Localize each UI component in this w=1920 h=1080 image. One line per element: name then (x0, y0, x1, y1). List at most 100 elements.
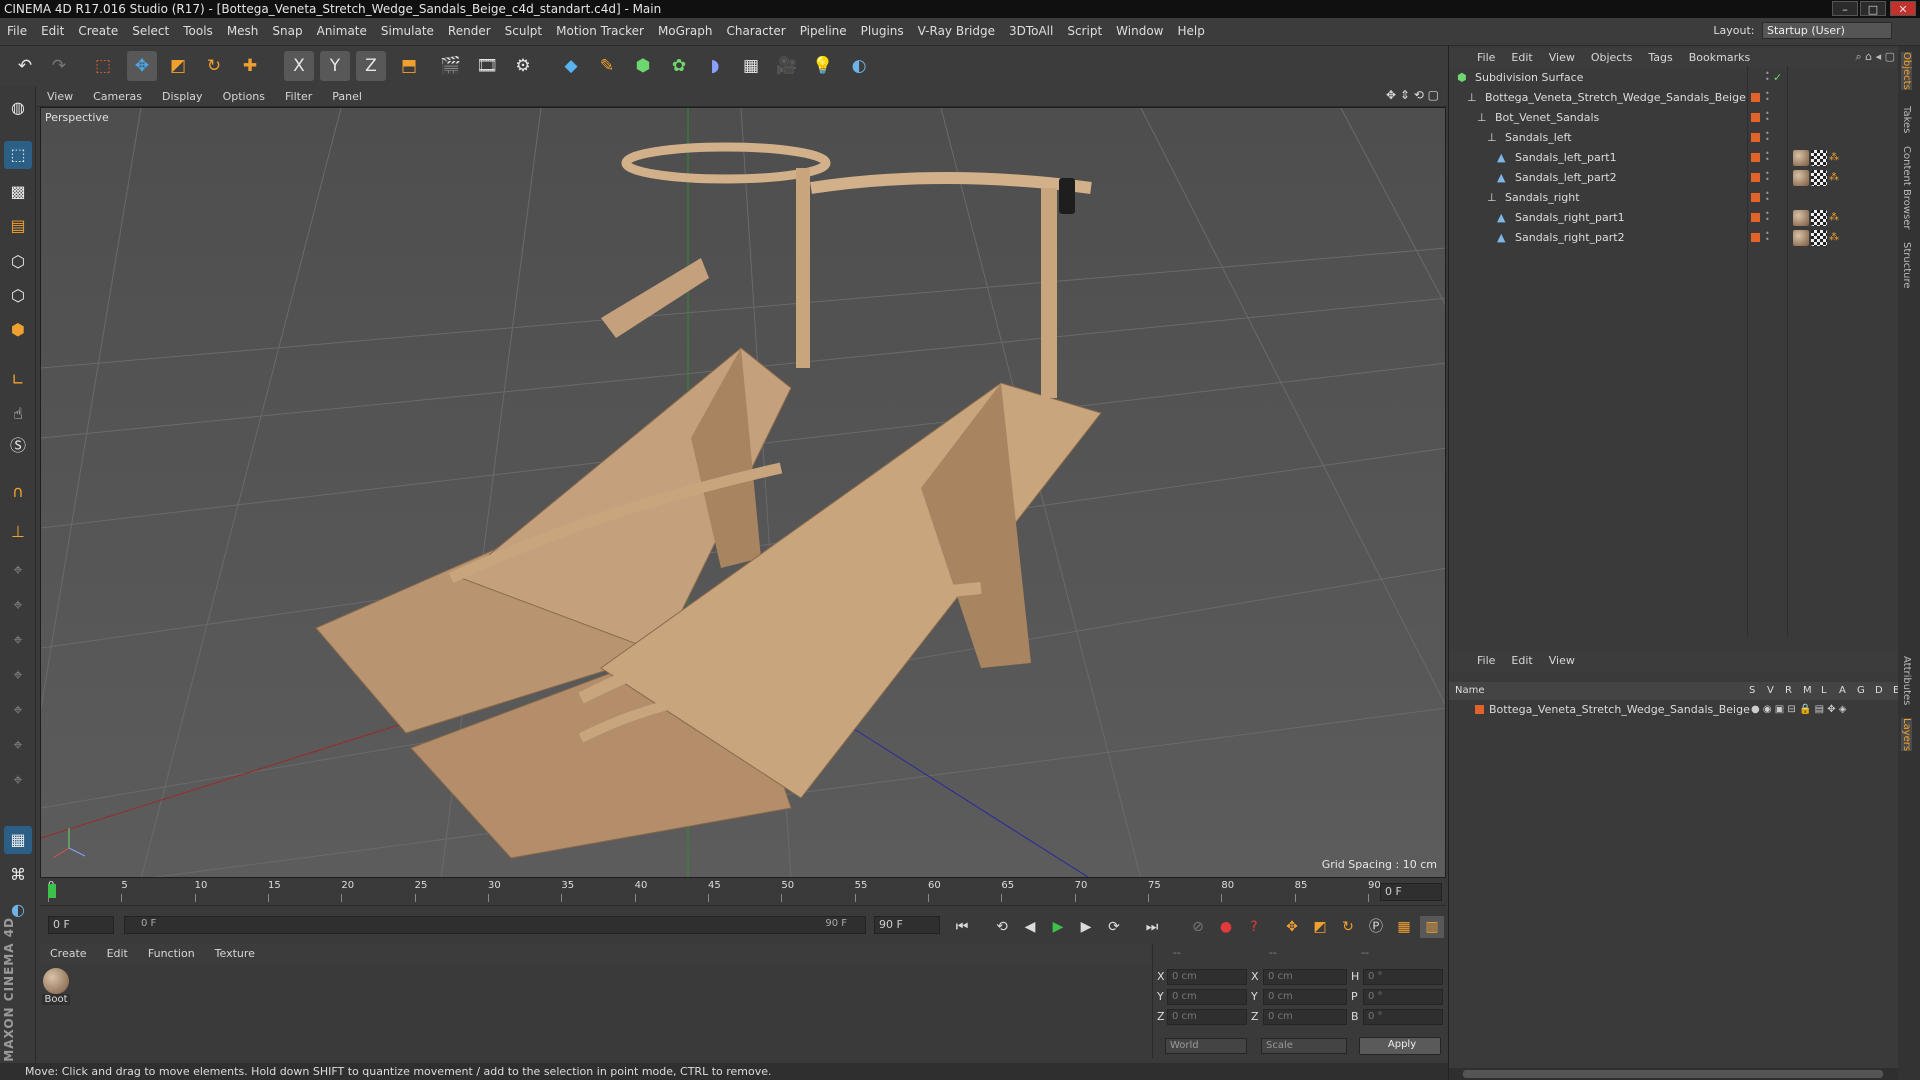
key-scale-icon[interactable]: ◩ (1308, 916, 1332, 938)
layer-color-dot[interactable] (1751, 193, 1760, 202)
material-menu-create[interactable]: Create (40, 944, 97, 964)
floor-icon[interactable]: ▦ (736, 51, 766, 81)
pen-spline-icon[interactable]: ✎ (592, 51, 622, 81)
checker-icon[interactable]: ▦ (4, 826, 32, 854)
menu-file[interactable]: File (0, 18, 34, 44)
object-row[interactable]: ▲ Sandals_right_part2 • • ⁂ (1449, 228, 1899, 248)
render-settings-icon[interactable]: ⚙ (508, 51, 538, 81)
key-pla-icon[interactable]: ▦ (1392, 916, 1416, 938)
record-keys-icon[interactable]: ⊘ (1186, 916, 1210, 938)
material-tag-icon[interactable] (1793, 150, 1809, 166)
layer-color-dot[interactable] (1751, 213, 1760, 222)
menu-animate[interactable]: Animate (310, 18, 374, 44)
cube-icon[interactable]: ◆ (556, 51, 586, 81)
object-row[interactable]: ⬢ Subdivision Surface • • ✓ (1449, 68, 1899, 88)
material-tag-icon[interactable] (1793, 230, 1809, 246)
end-frame-field[interactable]: 90 F (874, 916, 940, 934)
frame-range-slider[interactable]: 0 F 90 F (124, 916, 866, 934)
x-axis-icon[interactable]: X (284, 51, 314, 81)
visibility-dots-icon[interactable]: • • (1765, 70, 1771, 84)
menu-mograph[interactable]: MoGraph (651, 18, 720, 44)
sculpt-tool-4-icon[interactable]: ⌖ (4, 661, 32, 689)
object-row[interactable]: ⊥ Bot_Venet_Sandals • • (1449, 108, 1899, 128)
layer-color-dot[interactable] (1751, 173, 1760, 182)
previous-frame-icon[interactable]: ◀ (1018, 916, 1042, 938)
rotation-b-field[interactable]: 0 ° (1363, 1009, 1443, 1025)
menu-render[interactable]: Render (441, 18, 498, 44)
model-mode-icon[interactable]: ⬚ (4, 141, 32, 169)
layer-color-dot[interactable] (1751, 133, 1760, 142)
layer-row[interactable]: Bottega_Veneta_Stretch_Wedge_Sandals_Bei… (1449, 700, 1899, 720)
material-menu-function[interactable]: Function (138, 944, 205, 964)
layer-color-dot[interactable] (1751, 233, 1760, 242)
enabled-check-icon[interactable]: ✓ (1773, 68, 1782, 88)
timeline-layout-icon[interactable]: ▥ (1420, 916, 1444, 938)
layer-flags-icons[interactable]: ● ◉ ▣ ⊟ 🔒 ▤ ✥ ◈ (1751, 700, 1847, 720)
visibility-dots-icon[interactable]: • • (1765, 210, 1771, 224)
objects-menu-objects[interactable]: Objects (1583, 48, 1641, 68)
phong-tag-icon[interactable]: ⁂ (1829, 230, 1845, 246)
perspective-viewport[interactable]: Perspective Grid Spacing : 10 cm (40, 107, 1446, 878)
maximize-button[interactable]: □ (1860, 1, 1886, 16)
viewport-menu-cameras[interactable]: Cameras (83, 86, 152, 107)
viewport-menu-filter[interactable]: Filter (275, 86, 322, 107)
menu-3dtoall[interactable]: 3DToAll (1002, 18, 1060, 44)
viewport-nav-icons[interactable]: ✥ ⇕ ⟲ ▢ (1386, 88, 1439, 102)
tab-layers[interactable]: Layers (1901, 718, 1912, 752)
phong-tag-icon[interactable]: ⁂ (1829, 170, 1845, 186)
menu-sculpt[interactable]: Sculpt (498, 18, 549, 44)
texture-mode-icon[interactable]: ▩ (4, 178, 32, 206)
size-mode-dropdown[interactable]: Scale (1261, 1038, 1347, 1054)
rotation-h-field[interactable]: 0 ° (1363, 969, 1443, 985)
menu-select[interactable]: Select (125, 18, 176, 44)
material-tag-icon[interactable] (1793, 170, 1809, 186)
array-icon[interactable]: ✿ (664, 51, 694, 81)
layers-menu-file[interactable]: File (1469, 651, 1503, 671)
move-icon[interactable]: ✥ (127, 51, 157, 81)
key-parameter-icon[interactable]: Ⓟ (1364, 916, 1388, 938)
coordinate-system-dropdown[interactable]: World (1165, 1038, 1247, 1054)
next-frame-icon[interactable]: ▶ (1074, 916, 1098, 938)
texture-tag-icon[interactable] (1811, 230, 1827, 246)
layer-color-dot[interactable] (1751, 93, 1760, 102)
horizontal-scrollbar[interactable] (1449, 1068, 1899, 1080)
timeline-ruler[interactable]: 051015202530354045505560657075808590 0 F (40, 880, 1446, 904)
visibility-dots-icon[interactable]: • • (1765, 190, 1771, 204)
menu-tools[interactable]: Tools (176, 18, 220, 44)
tab-takes[interactable]: Takes (1901, 106, 1912, 133)
position-y-field[interactable]: 0 cm (1167, 989, 1247, 1005)
z-axis-icon[interactable]: Z (356, 51, 386, 81)
apply-button[interactable]: Apply (1359, 1037, 1441, 1055)
layers-menu-view[interactable]: View (1541, 651, 1583, 671)
size-x-field[interactable]: 0 cm (1263, 969, 1347, 985)
next-key-icon[interactable]: ⟳ (1102, 916, 1126, 938)
menu-pipeline[interactable]: Pipeline (793, 18, 854, 44)
viewport-menu-panel[interactable]: Panel (322, 86, 372, 107)
make-editable-icon[interactable]: ◍ (4, 94, 32, 122)
menu-plugins[interactable]: Plugins (854, 18, 911, 44)
position-z-field[interactable]: 0 cm (1167, 1009, 1247, 1025)
material-menu-edit[interactable]: Edit (97, 944, 138, 964)
menu-script[interactable]: Script (1060, 18, 1109, 44)
rotation-p-field[interactable]: 0 ° (1363, 989, 1443, 1005)
phong-tag-icon[interactable]: ⁂ (1829, 210, 1845, 226)
points-mode-icon[interactable]: ⬡ (4, 248, 32, 276)
menu-edit[interactable]: Edit (34, 18, 71, 44)
workplane-icon[interactable]: ▤ (4, 212, 32, 240)
add-object-icon[interactable]: ✚ (235, 51, 265, 81)
layer-color-dot[interactable] (1751, 113, 1760, 122)
object-row[interactable]: ▲ Sandals_left_part1 • • ⁂ (1449, 148, 1899, 168)
scale-icon[interactable]: ◩ (163, 51, 193, 81)
close-button[interactable]: ✕ (1890, 1, 1916, 16)
menu-character[interactable]: Character (719, 18, 792, 44)
objects-menu-tags[interactable]: Tags (1640, 48, 1680, 68)
current-frame-field[interactable]: 0 F (1380, 883, 1442, 901)
menu-window[interactable]: Window (1109, 18, 1170, 44)
object-row[interactable]: ▲ Sandals_left_part2 • • ⁂ (1449, 168, 1899, 188)
playhead[interactable] (48, 884, 56, 898)
tab-structure[interactable]: Structure (1901, 242, 1912, 289)
size-y-field[interactable]: 0 cm (1263, 989, 1347, 1005)
material-swatch[interactable]: Boot (42, 968, 70, 1010)
visibility-dots-icon[interactable]: • • (1765, 90, 1771, 104)
previous-key-icon[interactable]: ⟲ (990, 916, 1014, 938)
